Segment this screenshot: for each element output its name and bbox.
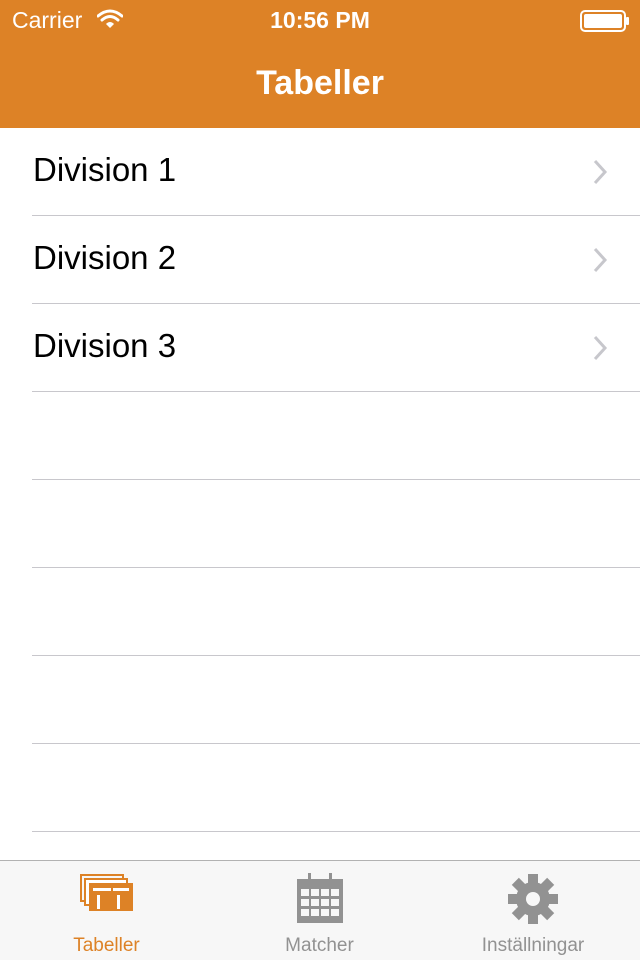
- list-item-division-2[interactable]: Division 2: [0, 216, 640, 304]
- tab-bar: Tabeller Matcher Inställningar: [0, 860, 640, 960]
- division-list: Division 1 Division 2 Division 3: [0, 128, 640, 860]
- tab-matcher[interactable]: Matcher: [213, 861, 426, 961]
- chevron-right-icon: [593, 247, 608, 273]
- list-item-division-3[interactable]: Division 3: [0, 304, 640, 392]
- tab-label: Tabeller: [73, 935, 140, 956]
- status-bar: Carrier 10:56 PM: [0, 0, 640, 40]
- row-separator: [32, 655, 640, 656]
- list-item-division-1[interactable]: Division 1: [0, 128, 640, 216]
- gear-icon: [508, 874, 558, 924]
- tables-icon: [79, 874, 133, 911]
- tab-label: Matcher: [285, 935, 354, 956]
- battery-icon: [580, 10, 629, 32]
- row-separator: [32, 479, 640, 480]
- chevron-right-icon: [593, 159, 608, 185]
- row-separator: [32, 743, 640, 744]
- header: Carrier 10:56 PM Tabeller: [0, 0, 640, 128]
- calendar-icon: [296, 873, 343, 923]
- tab-installningar[interactable]: Inställningar: [426, 861, 640, 961]
- page-title: Tabeller: [256, 64, 384, 102]
- list-item-label: Division 1: [33, 151, 177, 188]
- row-separator: [32, 831, 640, 832]
- list-item-label: Division 2: [33, 239, 177, 276]
- chevron-right-icon: [593, 335, 608, 361]
- tab-tabeller[interactable]: Tabeller: [0, 861, 213, 961]
- tab-label: Inställningar: [481, 935, 585, 956]
- status-time: 10:56 PM: [270, 7, 370, 33]
- list-item-label: Division 3: [33, 327, 177, 364]
- row-separator: [32, 567, 640, 568]
- row-separator: [32, 391, 640, 392]
